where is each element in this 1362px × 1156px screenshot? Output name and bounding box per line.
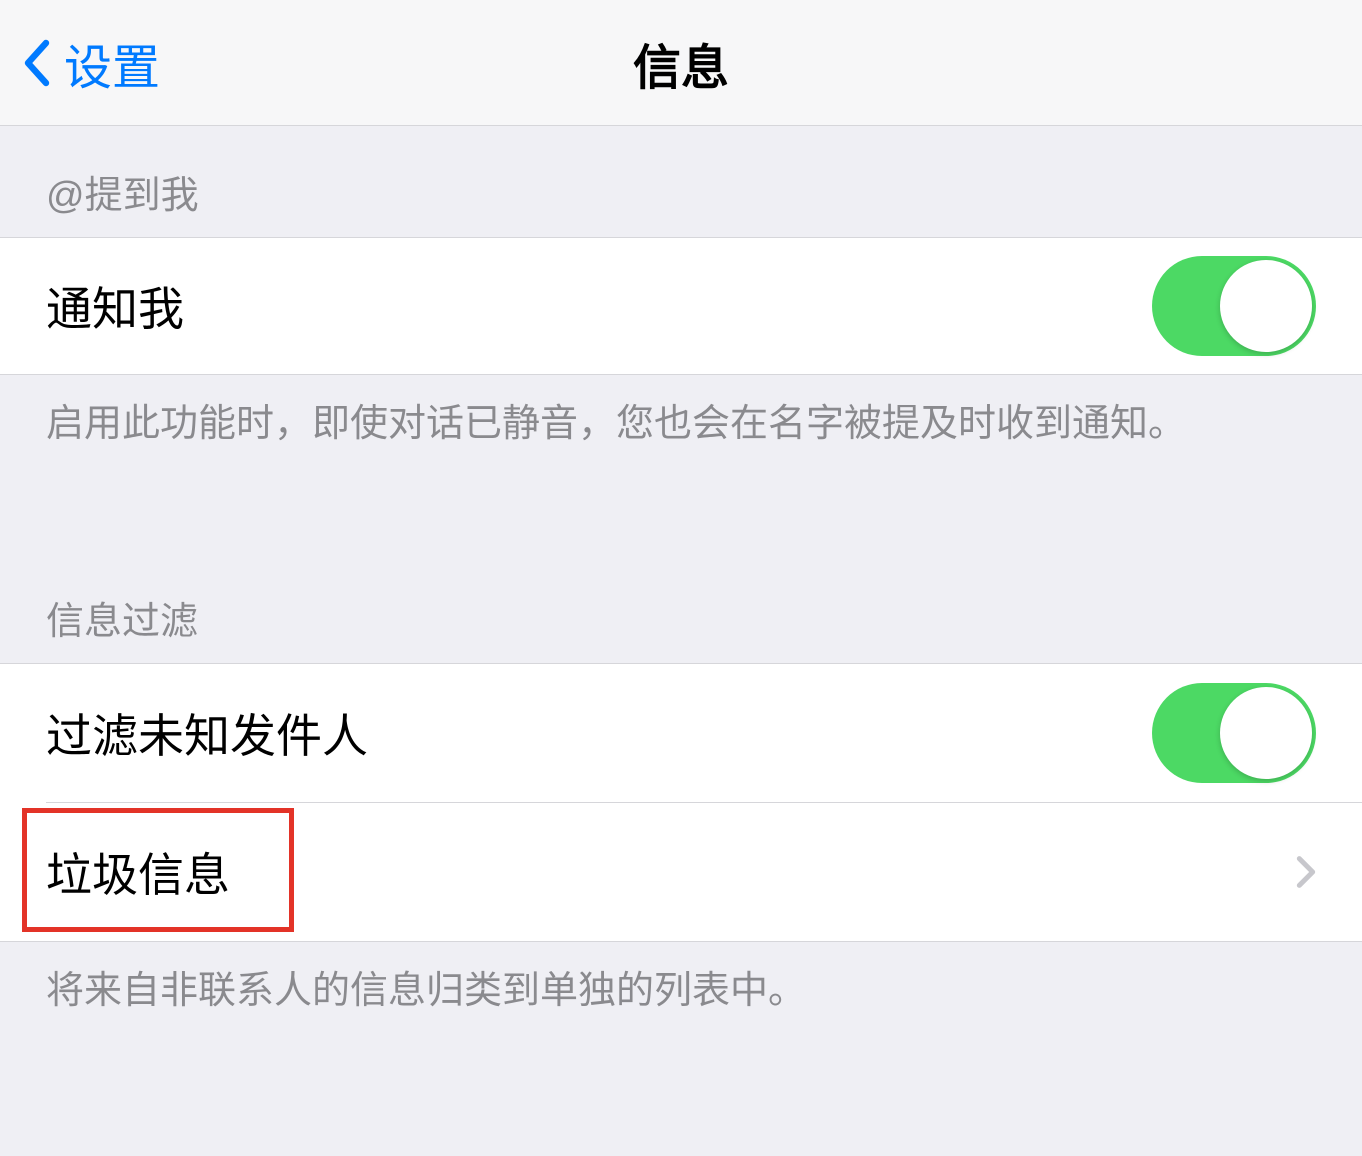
back-button[interactable]: 设置	[0, 28, 160, 98]
section-footer-mentions: 启用此功能时，即使对话已静音，您也会在名字被提及时收到通知。	[0, 375, 1362, 492]
toggle-knob	[1220, 687, 1312, 779]
back-label: 设置	[64, 28, 160, 98]
junk-messages-row[interactable]: 垃圾信息	[0, 803, 1362, 941]
filter-unknown-toggle[interactable]	[1152, 683, 1316, 783]
chevron-right-icon	[1296, 854, 1316, 890]
chevron-left-icon	[22, 39, 50, 87]
page-title: 信息	[633, 28, 729, 98]
junk-messages-label: 垃圾信息	[46, 839, 230, 905]
navbar: 设置 信息	[0, 0, 1362, 126]
section-header-filtering: 信息过滤	[0, 552, 1362, 663]
section-footer-filtering: 将来自非联系人的信息归类到单独的列表中。	[0, 942, 1362, 1059]
toggle-knob	[1220, 260, 1312, 352]
notify-me-row: 通知我	[0, 237, 1362, 375]
filter-unknown-row: 过滤未知发件人	[0, 664, 1362, 802]
section-header-mentions: @提到我	[0, 126, 1362, 237]
filtering-group: 过滤未知发件人 垃圾信息	[0, 663, 1362, 942]
notify-me-toggle[interactable]	[1152, 256, 1316, 356]
filter-unknown-label: 过滤未知发件人	[46, 700, 368, 766]
notify-me-label: 通知我	[46, 273, 184, 339]
